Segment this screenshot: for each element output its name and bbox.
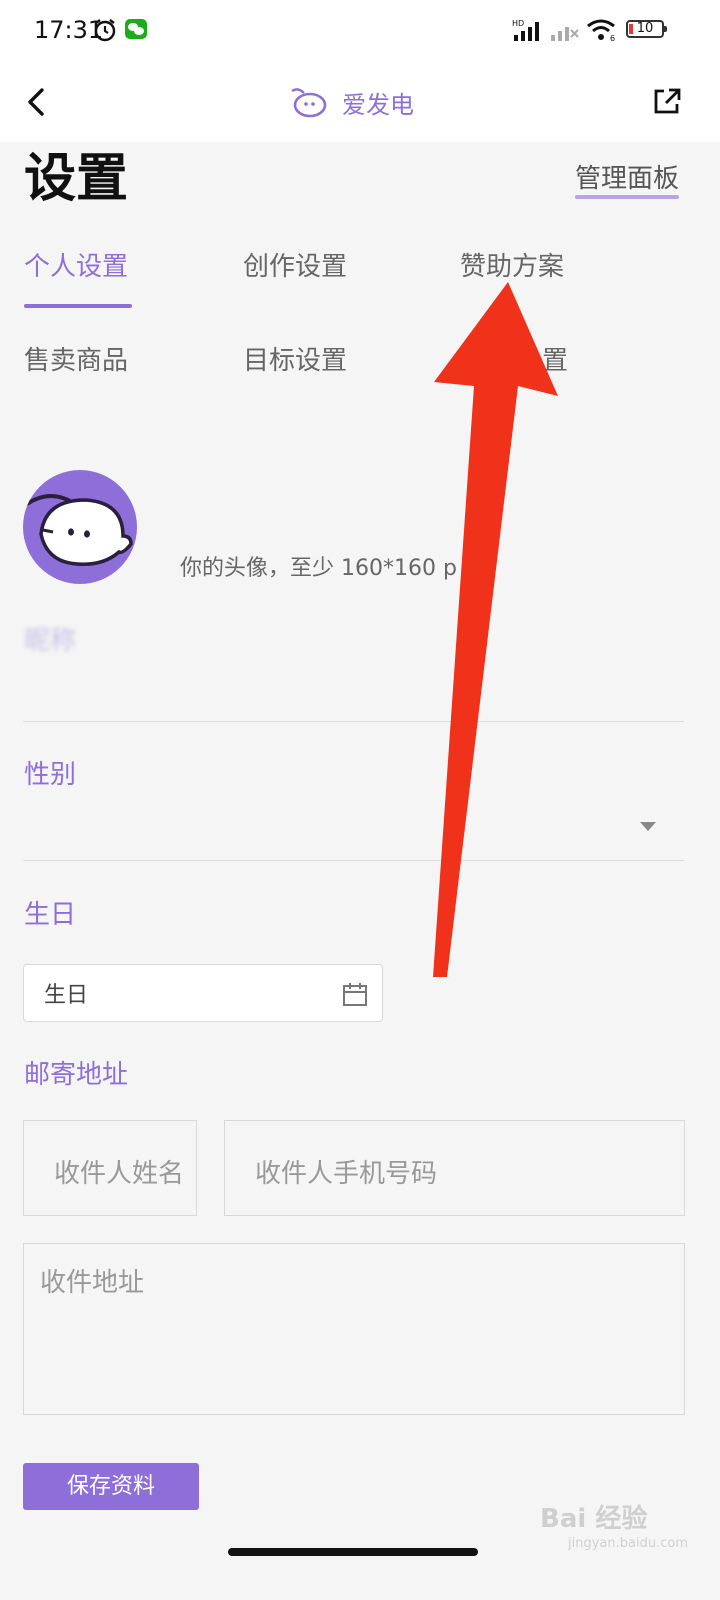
avatar-hint: 你的头像，至少 160*160 p (180, 556, 457, 581)
wechat-icon (125, 19, 147, 39)
nickname-label: 昵称 (24, 626, 77, 656)
alarm-icon (94, 19, 116, 42)
recipient-address-placeholder: 收件地址 (40, 1268, 145, 1298)
brand-name: 爱发电 (342, 90, 414, 119)
tab-sponsorship-plans[interactable]: 赞助方案 (460, 250, 564, 284)
afdian-logo-icon (291, 88, 327, 118)
share-icon[interactable] (652, 86, 682, 116)
gender-label: 性别 (24, 760, 77, 790)
brand: 爱发电 (288, 80, 414, 124)
tab-other-settings[interactable]: 置 (542, 344, 568, 378)
birthday-placeholder: 生日 (44, 983, 89, 1008)
gender-select[interactable] (23, 800, 684, 856)
home-indicator[interactable] (228, 1548, 478, 1556)
recipient-phone-placeholder: 收件人手机号码 (255, 1159, 438, 1189)
save-profile-button[interactable]: 保存资料 (23, 1463, 199, 1510)
gender-divider (23, 860, 684, 861)
battery-level: 10 (636, 21, 654, 36)
recipient-phone-input[interactable]: 收件人手机号码 (224, 1120, 685, 1216)
signal-icon: HD (512, 19, 539, 41)
recipient-address-textarea[interactable]: 收件地址 (23, 1243, 685, 1415)
back-button[interactable] (22, 82, 52, 122)
chevron-down-icon (640, 822, 656, 831)
battery-icon: 10 (626, 20, 667, 38)
signal-weak-icon (551, 27, 579, 41)
app-header: 爱发电 (0, 62, 720, 142)
svg-text:6: 6 (610, 34, 615, 42)
recipient-name-placeholder: 收件人姓名 (54, 1159, 185, 1189)
tab-creation-settings[interactable]: 创作设置 (243, 250, 347, 284)
avatar[interactable] (23, 470, 137, 584)
status-bar: 17:31 HD 6 10 (0, 0, 720, 62)
address-label: 邮寄地址 (24, 1060, 129, 1090)
watermark-url: jingyan.baidu.com (568, 1536, 688, 1551)
birthday-input[interactable]: 生日 (23, 964, 383, 1022)
manage-panel-link[interactable]: 管理面板 (575, 162, 680, 199)
wifi-icon: 6 (587, 19, 615, 42)
tab-products-for-sale[interactable]: 售卖商品 (24, 344, 128, 378)
active-tab-indicator (24, 304, 132, 308)
calendar-icon (343, 983, 367, 1006)
page-title: 设置 (24, 149, 129, 209)
nickname-divider (23, 721, 684, 722)
baidu-jingyan-watermark: Bai 经验 (540, 1504, 648, 1534)
tab-goal-settings[interactable]: 目标设置 (243, 344, 347, 378)
recipient-name-input[interactable]: 收件人姓名 (23, 1120, 197, 1216)
svg-text:HD: HD (512, 19, 524, 28)
birthday-label: 生日 (24, 900, 77, 930)
tab-personal-settings[interactable]: 个人设置 (24, 250, 128, 284)
nickname-field[interactable]: 昵称 (24, 620, 204, 716)
afdian-mascot-icon (25, 494, 133, 566)
